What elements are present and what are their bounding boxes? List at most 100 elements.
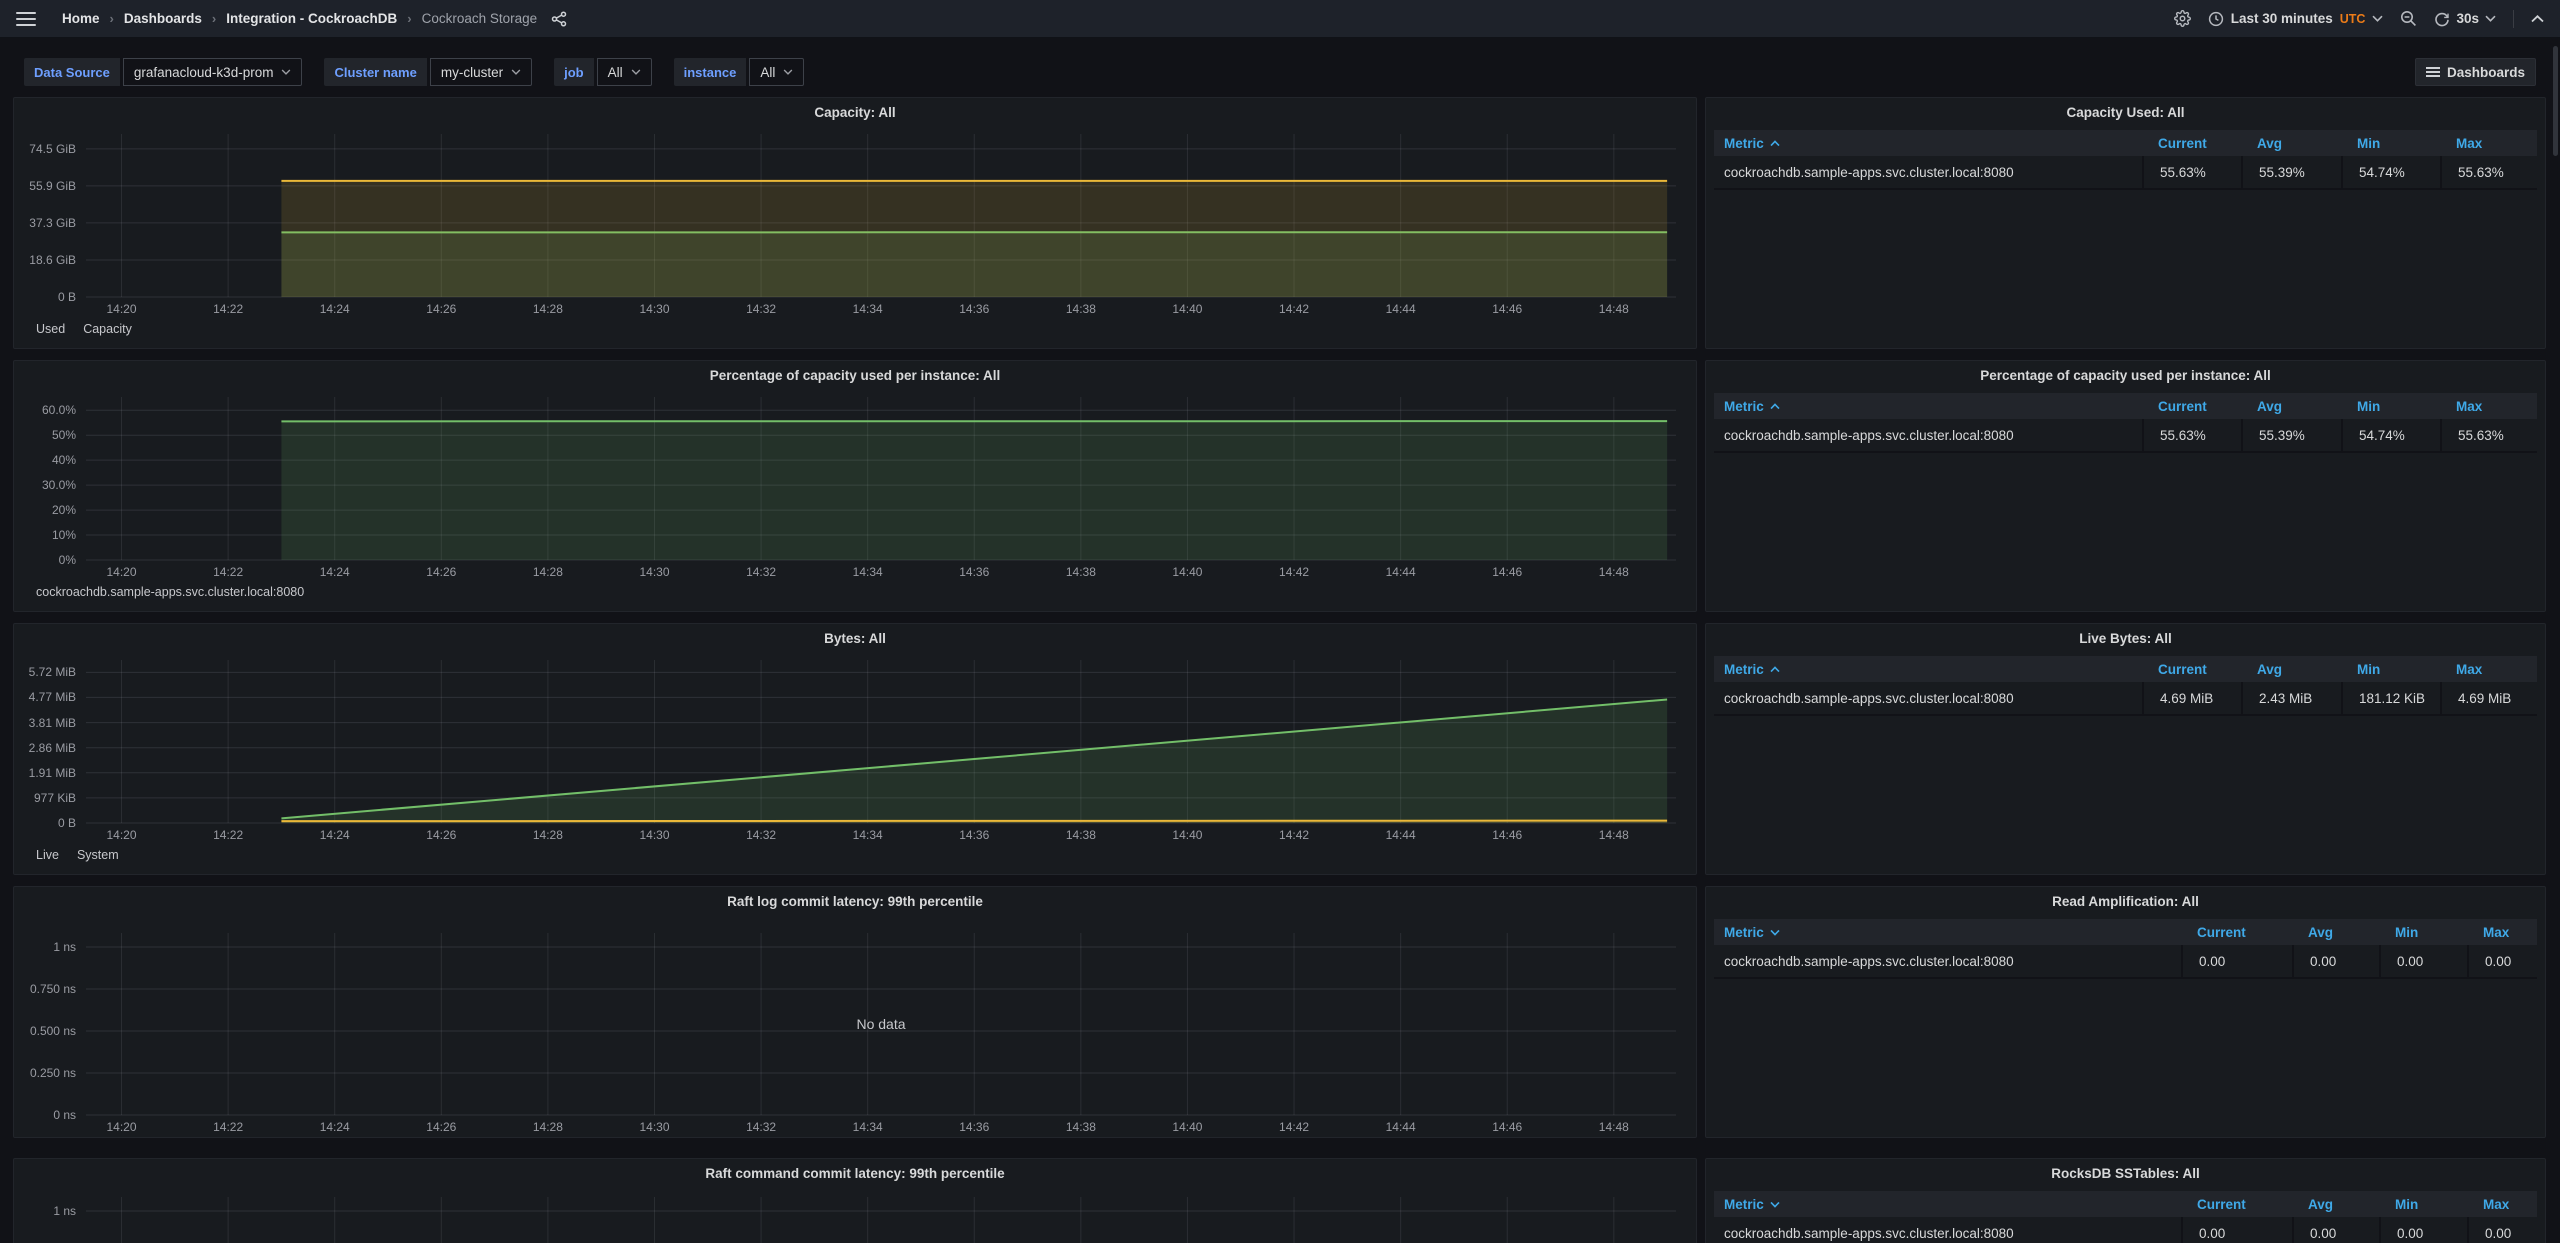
legend-item-Capacity[interactable]: Capacity: [83, 322, 132, 336]
breadcrumb-home[interactable]: Home: [62, 11, 100, 26]
value-cell: 0.00: [2467, 945, 2537, 977]
legend-item-Live[interactable]: Live: [36, 848, 59, 862]
column-header-avg[interactable]: Avg: [2241, 399, 2341, 414]
column-header-metric[interactable]: Metric: [1714, 925, 2181, 940]
x-axis-label: 14:38: [1066, 565, 1096, 579]
x-axis-label: 14:44: [1386, 1120, 1416, 1134]
variable-select-instance[interactable]: All: [749, 58, 804, 86]
scrollbar[interactable]: [2553, 46, 2558, 156]
x-axis-label: 14:26: [426, 1120, 456, 1134]
variable-select-cluster[interactable]: my-cluster: [430, 58, 532, 86]
column-header-max[interactable]: Max: [2440, 662, 2537, 677]
column-header-min[interactable]: Min: [2341, 662, 2440, 677]
value-cell: 55.63%: [2142, 419, 2241, 451]
variable-value: grafanacloud-k3d-prom: [134, 65, 274, 80]
panel-title[interactable]: RocksDB SSTables: All: [1706, 1159, 2545, 1189]
panel-title[interactable]: Raft command commit latency: 99th percen…: [14, 1159, 1696, 1189]
series-line-System: [281, 821, 1667, 822]
y-axis-label: 0.750 ns: [30, 982, 76, 996]
chart-legend: Used Capacity: [36, 322, 132, 336]
panel-capacity-percentage: Percentage of capacity used per instance…: [13, 360, 1697, 612]
no-data-message: No data: [86, 933, 1676, 1115]
panel-title[interactable]: Live Bytes: All: [1706, 624, 2545, 654]
chart-raft-log-latency[interactable]: 1 ns0.750 ns0.500 ns0.250 ns0 ns14:2014:…: [86, 933, 1676, 1115]
column-header-min[interactable]: Min: [2341, 136, 2440, 151]
column-header-metric[interactable]: Metric: [1714, 399, 2142, 414]
panel-title[interactable]: Percentage of capacity used per instance…: [1706, 361, 2545, 391]
column-header-current[interactable]: Current: [2181, 1197, 2292, 1212]
panel-raft-log-latency: Raft log commit latency: 99th percentile…: [13, 886, 1697, 1138]
search-minus-icon[interactable]: [2400, 10, 2417, 27]
x-axis-label: 14:30: [639, 1120, 669, 1134]
chart-raft-command-latency[interactable]: 1 ns0.750 ns0.500 ns0.250 ns0 ns14:2014:…: [86, 1197, 1676, 1243]
x-axis-label: 14:44: [1386, 828, 1416, 842]
y-axis-label: 74.5 GiB: [29, 142, 76, 156]
value-cell: 4.69 MiB: [2440, 682, 2537, 714]
panel-title[interactable]: Capacity: All: [14, 98, 1696, 128]
value-cell: 0.00: [2181, 945, 2292, 977]
x-axis-label: 14:38: [1066, 302, 1096, 316]
dashboard-controls: Data Source grafanacloud-k3d-prom Cluste…: [0, 39, 2560, 95]
panel-title[interactable]: Bytes: All: [14, 624, 1696, 654]
chart-canvas[interactable]: [86, 397, 1676, 560]
share-alt-icon[interactable]: [551, 11, 567, 27]
refresh-picker[interactable]: 30s: [2434, 11, 2496, 27]
column-header-max[interactable]: Max: [2440, 136, 2537, 151]
table-header-row: MetricCurrentAvgMinMax: [1714, 1191, 2537, 1217]
variable-select-datasource[interactable]: grafanacloud-k3d-prom: [123, 58, 303, 86]
column-header-current[interactable]: Current: [2142, 662, 2241, 677]
panel-title[interactable]: Capacity Used: All: [1706, 98, 2545, 128]
menu-icon[interactable]: [16, 12, 36, 26]
column-header-metric[interactable]: Metric: [1714, 662, 2142, 677]
variable-select-job[interactable]: All: [597, 58, 652, 86]
chart-bytes[interactable]: 5.72 MiB4.77 MiB3.81 MiB2.86 MiB1.91 MiB…: [86, 660, 1676, 823]
column-header-avg[interactable]: Avg: [2241, 136, 2341, 151]
column-header-current[interactable]: Current: [2181, 925, 2292, 940]
legend-item-cockroachdb.sample-apps.svc.cluster.local:8080[interactable]: cockroachdb.sample-apps.svc.cluster.loca…: [36, 585, 304, 599]
breadcrumb-dashboards[interactable]: Dashboards: [124, 11, 202, 26]
chart-canvas[interactable]: [86, 1197, 1676, 1243]
dashboard-grid: Capacity: All 74.5 GiB55.9 GiB37.3 GiB18…: [13, 97, 2546, 1243]
column-header-metric[interactable]: Metric: [1714, 1197, 2181, 1212]
legend-item-System[interactable]: System: [77, 848, 119, 862]
column-header-avg[interactable]: Avg: [2292, 1197, 2379, 1212]
chevron-up-icon[interactable]: [2531, 15, 2544, 23]
panel-title[interactable]: Percentage of capacity used per instance…: [14, 361, 1696, 391]
gear-icon[interactable]: [2174, 10, 2191, 27]
column-header-avg[interactable]: Avg: [2241, 662, 2341, 677]
value-cell: 54.74%: [2341, 419, 2440, 451]
column-header-max[interactable]: Max: [2467, 1197, 2537, 1212]
variable-label-datasource: Data Source: [24, 58, 120, 86]
legend-item-Used[interactable]: Used: [36, 322, 65, 336]
column-header-min[interactable]: Min: [2379, 925, 2467, 940]
panel-raft-command-latency: Raft command commit latency: 99th percen…: [13, 1158, 1697, 1243]
column-header-avg[interactable]: Avg: [2292, 925, 2379, 940]
column-header-max[interactable]: Max: [2467, 925, 2537, 940]
y-axis-label: 0.500 ns: [30, 1024, 76, 1038]
x-axis-label: 14:48: [1599, 1120, 1629, 1134]
panel-title[interactable]: Read Amplification: All: [1706, 887, 2545, 917]
chart-canvas[interactable]: [86, 134, 1676, 297]
column-header-metric[interactable]: Metric: [1714, 136, 2142, 151]
metric-cell: cockroachdb.sample-apps.svc.cluster.loca…: [1714, 945, 2181, 977]
sort-ascending-icon: [1770, 140, 1780, 147]
x-axis-label: 14:34: [853, 565, 883, 579]
table-row: cockroachdb.sample-apps.svc.cluster.loca…: [1714, 156, 2537, 190]
chart-capacity[interactable]: 74.5 GiB55.9 GiB37.3 GiB18.6 GiB0 B14:20…: [86, 134, 1676, 297]
breadcrumb-current-dashboard: Cockroach Storage: [422, 11, 538, 26]
dashboards-list-button[interactable]: Dashboards: [2415, 58, 2536, 86]
x-axis-label: 14:40: [1172, 828, 1202, 842]
panel-title[interactable]: Raft log commit latency: 99th percentile: [14, 887, 1696, 917]
variable-label-cluster: Cluster name: [324, 58, 426, 86]
column-header-current[interactable]: Current: [2142, 399, 2241, 414]
chevron-down-icon: [511, 69, 521, 75]
time-range-picker[interactable]: Last 30 minutes UTC: [2208, 11, 2384, 27]
column-header-min[interactable]: Min: [2379, 1197, 2467, 1212]
chart-legend: Live System: [36, 848, 119, 862]
chart-canvas[interactable]: [86, 660, 1676, 823]
column-header-current[interactable]: Current: [2142, 136, 2241, 151]
chart-capacity-percentage[interactable]: 60.0%50%40%30.0%20%10%0%14:2014:2214:241…: [86, 397, 1676, 560]
column-header-min[interactable]: Min: [2341, 399, 2440, 414]
breadcrumb-folder[interactable]: Integration - CockroachDB: [226, 11, 397, 26]
column-header-max[interactable]: Max: [2440, 399, 2537, 414]
